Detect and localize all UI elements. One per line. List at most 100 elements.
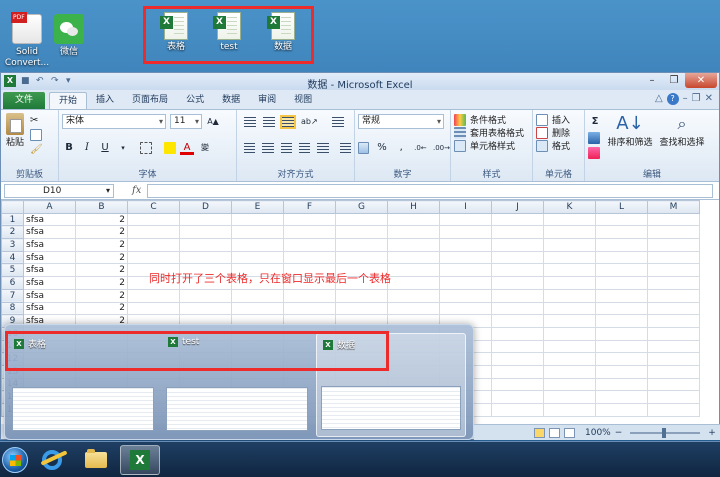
decrease-indent-icon[interactable] — [298, 142, 311, 153]
cell[interactable]: 2 — [75, 225, 128, 240]
cell[interactable]: 2 — [75, 263, 128, 278]
cell[interactable] — [543, 288, 596, 303]
tab-file[interactable]: 文件 — [3, 92, 46, 109]
bold-button[interactable]: B — [62, 141, 76, 155]
tab-data[interactable]: 数据 — [213, 92, 249, 109]
font-name-select[interactable]: 宋体 — [62, 114, 166, 129]
dropdown-icon[interactable]: ▾ — [116, 141, 130, 155]
find-select-button[interactable]: ⌕ 查找和选择 — [658, 113, 706, 159]
increase-decimal-icon[interactable]: .0← — [414, 141, 427, 155]
desktop-icon-wechat[interactable]: 微信 — [44, 14, 94, 58]
cell[interactable] — [491, 276, 544, 290]
column-header[interactable]: H — [387, 200, 440, 214]
cell[interactable] — [439, 238, 492, 252]
cell[interactable] — [647, 403, 700, 417]
cell[interactable]: 2 — [75, 301, 128, 316]
cell[interactable] — [491, 364, 544, 379]
cell[interactable] — [595, 212, 648, 227]
cell[interactable] — [387, 250, 440, 265]
taskbar-explorer[interactable] — [76, 445, 116, 475]
name-box[interactable]: D10 — [4, 183, 114, 198]
cell[interactable] — [283, 250, 336, 265]
cell[interactable] — [283, 288, 336, 303]
cell[interactable] — [179, 238, 232, 252]
cell[interactable] — [595, 390, 648, 404]
cell[interactable] — [543, 390, 596, 404]
cell[interactable] — [595, 288, 648, 303]
cell[interactable] — [595, 314, 648, 328]
cell[interactable] — [647, 276, 700, 290]
phonetic-icon[interactable]: 變 — [198, 141, 212, 155]
cell[interactable] — [595, 225, 648, 240]
delete-cells-button[interactable]: 删除 — [536, 126, 581, 139]
cell[interactable]: sfsa — [23, 276, 76, 290]
column-header[interactable]: M — [647, 200, 700, 214]
cell[interactable] — [491, 314, 544, 328]
cell[interactable] — [231, 238, 284, 252]
cell[interactable] — [335, 212, 388, 227]
cell[interactable] — [491, 390, 544, 404]
desktop-file-test[interactable]: test — [204, 12, 254, 53]
cell[interactable] — [231, 301, 284, 316]
tab-home[interactable]: 开始 — [49, 92, 88, 109]
column-header[interactable]: I — [439, 200, 492, 214]
minimize-button[interactable]: – — [641, 73, 663, 88]
cell-styles-button[interactable]: 单元格样式 — [454, 139, 529, 152]
cell[interactable] — [231, 288, 284, 303]
wrap-text-icon[interactable] — [332, 116, 344, 127]
cell[interactable] — [179, 212, 232, 227]
percent-button[interactable]: % — [375, 141, 388, 155]
page-layout-view-button[interactable] — [549, 427, 560, 438]
cell[interactable] — [439, 301, 492, 316]
cell[interactable] — [491, 212, 544, 227]
insert-function-button[interactable]: fx — [132, 185, 141, 196]
cell[interactable] — [127, 238, 180, 252]
tab-view[interactable]: 视图 — [285, 92, 321, 109]
fill-icon[interactable] — [588, 132, 600, 144]
cell[interactable] — [387, 276, 440, 290]
column-header[interactable]: K — [543, 200, 596, 214]
cell[interactable] — [595, 403, 648, 417]
normal-view-button[interactable] — [534, 427, 545, 438]
cut-icon[interactable]: ✂ — [30, 115, 43, 126]
cell[interactable] — [491, 263, 544, 278]
borders-icon[interactable] — [140, 141, 152, 154]
cell[interactable] — [595, 238, 648, 252]
cell[interactable] — [231, 250, 284, 265]
conditional-formatting-button[interactable]: 条件格式 — [454, 113, 529, 126]
currency-icon[interactable] — [358, 141, 370, 154]
cell[interactable] — [283, 238, 336, 252]
row-header[interactable]: 1 — [1, 212, 24, 227]
cell[interactable] — [647, 314, 700, 328]
cell[interactable] — [127, 212, 180, 227]
cell[interactable] — [595, 364, 648, 379]
cell[interactable] — [543, 301, 596, 316]
merge-center-icon[interactable] — [339, 142, 351, 153]
minimize-ribbon-icon[interactable]: △ — [655, 93, 663, 105]
formula-input[interactable] — [147, 183, 713, 198]
cell[interactable] — [543, 339, 596, 354]
row-header[interactable]: 5 — [1, 263, 24, 278]
cell[interactable] — [439, 263, 492, 278]
cell[interactable] — [543, 352, 596, 366]
cell[interactable] — [179, 225, 232, 240]
row-header[interactable]: 4 — [1, 250, 24, 265]
column-header[interactable]: D — [179, 200, 232, 214]
align-right-icon[interactable] — [280, 142, 292, 153]
cell[interactable]: sfsa — [23, 250, 76, 265]
cell[interactable] — [387, 301, 440, 316]
cell[interactable]: sfsa — [23, 238, 76, 252]
cell[interactable] — [179, 250, 232, 265]
cell[interactable] — [543, 238, 596, 252]
tab-page-layout[interactable]: 页面布局 — [123, 92, 177, 109]
cell[interactable] — [387, 212, 440, 227]
cell[interactable] — [491, 352, 544, 366]
cell[interactable]: 2 — [75, 212, 128, 227]
cell[interactable]: sfsa — [23, 301, 76, 316]
cell[interactable] — [647, 377, 700, 392]
cell[interactable] — [647, 238, 700, 252]
cell[interactable] — [595, 263, 648, 278]
cell[interactable] — [491, 403, 544, 417]
cell[interactable] — [439, 288, 492, 303]
row-header[interactable]: 7 — [1, 288, 24, 303]
